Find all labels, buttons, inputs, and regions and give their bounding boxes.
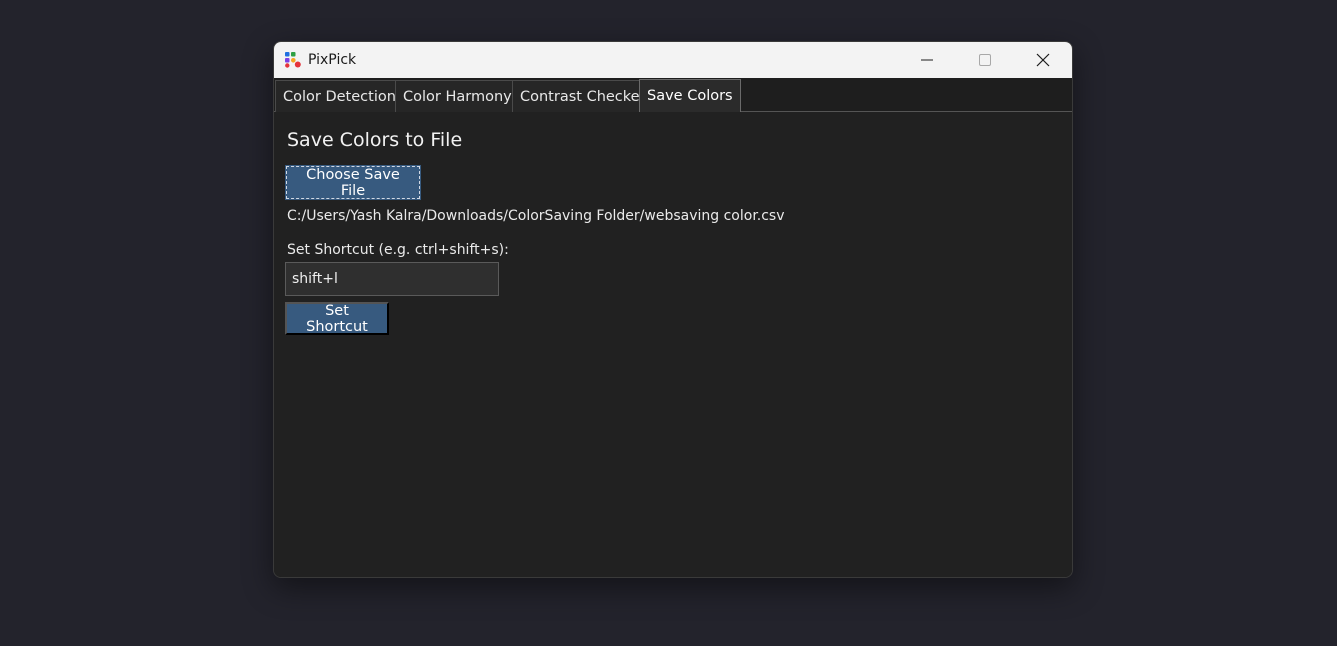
choose-save-file-button[interactable]: Choose Save File: [285, 165, 421, 200]
close-button[interactable]: [1014, 42, 1072, 78]
tab-bar: Color Detection Color Harmony Contrast C…: [274, 78, 1072, 113]
minimize-button[interactable]: [898, 42, 956, 78]
title-bar[interactable]: PixPick: [274, 42, 1072, 78]
maximize-icon: [979, 54, 991, 66]
pixpick-logo-icon: [285, 52, 301, 68]
desktop: PixPick Color Detection Color Harmony Co…: [0, 0, 1337, 646]
window-title: PixPick: [308, 52, 357, 68]
page-title: Save Colors to File: [287, 129, 463, 151]
shortcut-input[interactable]: [285, 262, 499, 296]
close-icon: [1036, 53, 1050, 67]
save-colors-panel: Save Colors to File Choose Save File C:/…: [274, 112, 1072, 577]
set-shortcut-button[interactable]: Set Shortcut: [285, 302, 389, 335]
shortcut-label: Set Shortcut (e.g. ctrl+shift+s):: [287, 242, 509, 258]
tab-save-colors[interactable]: Save Colors: [639, 79, 741, 113]
tab-color-harmony[interactable]: Color Harmony: [395, 80, 520, 112]
minimize-icon: [921, 59, 933, 61]
maximize-button[interactable]: [956, 42, 1014, 78]
file-path-label: C:/Users/Yash Kalra/Downloads/ColorSavin…: [287, 208, 785, 224]
tab-contrast-checker[interactable]: Contrast Checker: [512, 80, 654, 112]
app-window: PixPick Color Detection Color Harmony Co…: [273, 41, 1073, 578]
tab-color-detection[interactable]: Color Detection: [275, 80, 404, 112]
